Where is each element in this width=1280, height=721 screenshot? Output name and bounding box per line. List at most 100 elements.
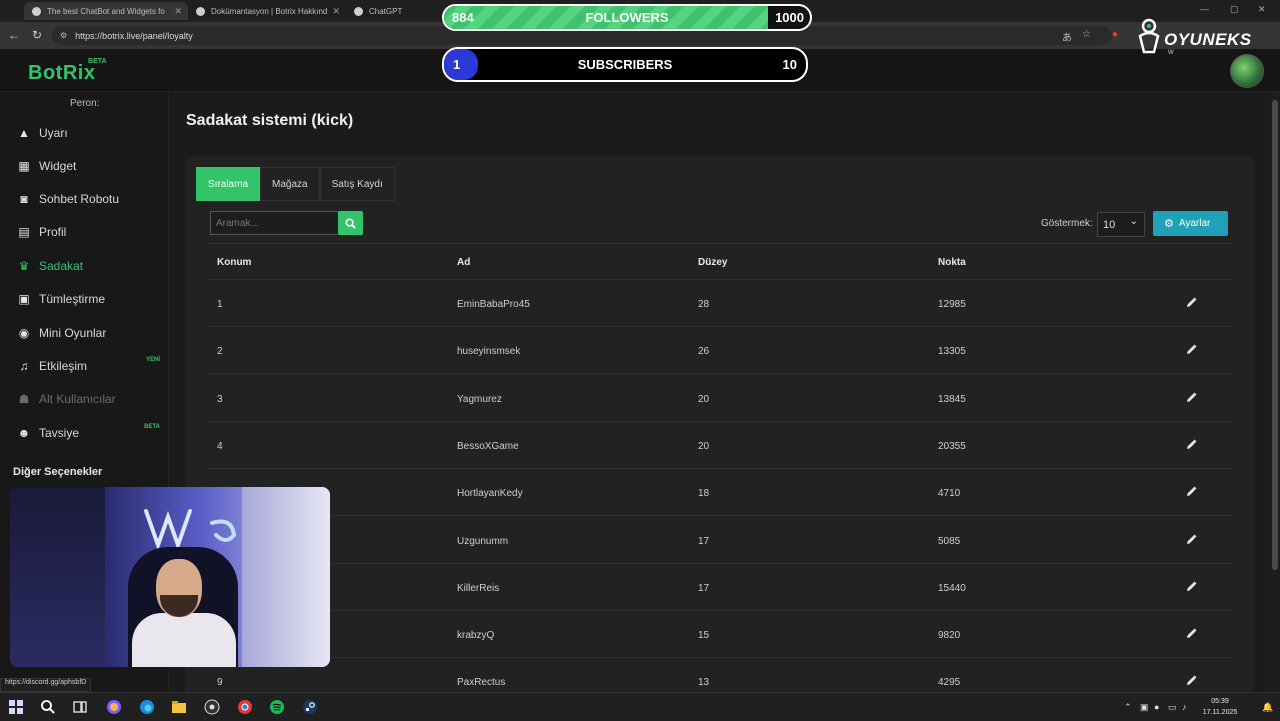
browser-tab-1[interactable]: The best ChatBot and Widgets fo ✕	[24, 2, 188, 20]
browser-tab-2[interactable]: Dokümantasyon | Botrix Hakkınd ✕	[188, 2, 346, 20]
sidebar-item-chatbot[interactable]: ◙ Sohbet Robotu	[0, 184, 168, 214]
maximize-icon[interactable]: ▢	[1230, 4, 1239, 15]
edit-pencil-icon[interactable]	[1184, 296, 1198, 310]
user-avatar[interactable]	[1230, 54, 1264, 88]
edit-pencil-icon[interactable]	[1184, 580, 1198, 594]
site-info-icon[interactable]: ⚙	[60, 31, 67, 40]
beta-badge: BETA	[88, 58, 107, 65]
row-level: 28	[698, 299, 710, 310]
task-view-icon[interactable]	[72, 699, 88, 715]
column-header-name[interactable]: Ad	[457, 257, 470, 268]
edit-pencil-icon[interactable]	[1184, 533, 1198, 547]
row-level: 26	[698, 346, 710, 358]
platform-label: Peron:	[70, 98, 100, 109]
subscribers-goal: 10	[782, 57, 797, 72]
close-tab-icon[interactable]: ✕	[174, 6, 182, 17]
row-level: 18	[698, 488, 710, 500]
column-header-position[interactable]: Konum	[217, 257, 251, 268]
chevron-down-icon: ⌄	[1129, 216, 1138, 227]
minimize-icon[interactable]: —	[1200, 4, 1209, 14]
sidebar-item-referral[interactable]: ☻ Tavsiye BETA	[0, 418, 168, 448]
search-button[interactable]	[338, 211, 363, 235]
search-icon	[345, 217, 356, 229]
page-scrollbar[interactable]	[1270, 92, 1280, 692]
row-position: 9	[217, 677, 223, 689]
tab-store[interactable]: Mağaza	[260, 167, 320, 201]
reload-icon[interactable]: ↻	[32, 28, 42, 42]
bookmark-star-icon[interactable]: ☆	[1082, 29, 1091, 40]
row-level: 17	[698, 582, 710, 594]
edge-browser-icon[interactable]	[139, 699, 155, 715]
sidebar-item-uyari[interactable]: ▲ Uyarı	[0, 118, 168, 148]
sidebar-item-minigames[interactable]: ◉ Mini Oyunlar	[0, 318, 168, 348]
tab-sales-log[interactable]: Satış Kaydı	[319, 167, 395, 201]
sidebar-item-interaction[interactable]: ♫ Etkileşim YENİ	[0, 351, 168, 381]
botrix-logo[interactable]: BotRix	[28, 62, 95, 85]
table-row: 2 huseyinsmsek 26 13305	[206, 327, 1234, 375]
obs-icon[interactable]	[204, 699, 220, 715]
sidebar-item-profil[interactable]: ▤ Profil	[0, 217, 168, 247]
row-name: EminBabaPro45	[457, 299, 530, 310]
close-window-icon[interactable]: ✕	[1258, 4, 1266, 15]
sidebar-item-sadakat[interactable]: ♛ Sadakat	[0, 251, 168, 281]
copilot-icon[interactable]	[106, 699, 122, 715]
link-hover-status: https://discord.gg/aphsbfD	[0, 678, 92, 692]
edit-pencil-icon[interactable]	[1184, 627, 1198, 641]
sidebar-item-widget[interactable]: ▦ Widget	[0, 151, 168, 181]
row-level: 13	[698, 677, 710, 689]
windows-start-icon[interactable]	[8, 699, 24, 715]
table-top-divider	[206, 243, 1234, 244]
row-points: 4295	[938, 677, 961, 689]
streamer-brand-watermark: OYUNEKS W	[1136, 18, 1268, 58]
column-header-level[interactable]: Düzey	[698, 257, 727, 268]
edit-pencil-icon[interactable]	[1184, 438, 1198, 452]
id-card-icon: ▤	[18, 225, 30, 239]
browser-tab-3[interactable]: ChatGPT	[346, 2, 442, 20]
row-points: 15440	[938, 582, 966, 594]
brand-mascot-icon	[1138, 18, 1160, 54]
extension-icon[interactable]: ●	[1112, 29, 1118, 40]
volume-icon[interactable]: ♪	[1182, 702, 1187, 712]
table-row: 4 BessoXGame 20 20355	[206, 422, 1234, 469]
brand-subtext: W	[1168, 50, 1174, 56]
tray-app-icon[interactable]: ▣	[1140, 702, 1149, 713]
edit-pencil-icon[interactable]	[1184, 343, 1198, 357]
search-input[interactable]	[210, 211, 339, 235]
chevron-up-icon[interactable]: ⌃	[1124, 702, 1132, 713]
page-size-select[interactable]: 10 ⌄	[1097, 212, 1145, 237]
trophy-icon: ♛	[18, 259, 30, 273]
page-size-label: Göstermek:	[1041, 218, 1093, 229]
translate-icon[interactable]: あ	[1062, 29, 1072, 44]
steam-icon[interactable]	[302, 699, 318, 715]
row-position: 4	[217, 440, 223, 452]
system-clock[interactable]: 05:39 17.11.2025	[1196, 696, 1244, 718]
plug-icon: ▣	[18, 292, 30, 306]
settings-button[interactable]: ⚙ Ayarlar	[1153, 211, 1228, 236]
loyalty-tabs: Sıralama Mağaza Satış Kaydı	[196, 167, 395, 201]
tab-ranking[interactable]: Sıralama	[196, 167, 261, 201]
sidebar-item-integration[interactable]: ▣ Tümleştirme	[0, 284, 168, 314]
column-header-points[interactable]: Nokta	[938, 257, 966, 268]
edit-pencil-icon[interactable]	[1184, 391, 1198, 405]
search-icon[interactable]	[40, 699, 56, 715]
spotify-icon[interactable]	[269, 699, 285, 715]
music-icon: ♫	[19, 359, 29, 373]
sidebar-item-subusers[interactable]: ☗ Alt Kullanıcılar	[0, 384, 168, 414]
edit-pencil-icon[interactable]	[1184, 674, 1198, 688]
row-name: BessoXGame	[457, 440, 519, 452]
brand-name: OYUNEKS	[1164, 30, 1252, 49]
close-tab-icon[interactable]: ✕	[332, 6, 340, 17]
scrollbar-thumb[interactable]	[1272, 100, 1278, 570]
microphone-icon[interactable]: ●	[1154, 702, 1159, 712]
back-icon[interactable]: ←	[8, 28, 20, 42]
notification-bell-icon[interactable]: 🔔	[1262, 702, 1273, 713]
table-row: 3 Yagmurez 20 13845	[206, 375, 1234, 422]
row-level: 17	[698, 535, 710, 547]
file-explorer-icon[interactable]	[171, 699, 187, 715]
network-icon[interactable]: ▭	[1168, 702, 1177, 713]
gamepad-icon: ◉	[18, 326, 30, 340]
edit-pencil-icon[interactable]	[1184, 485, 1198, 499]
row-name: PaxRectus	[457, 677, 506, 689]
chrome-icon[interactable]	[237, 699, 253, 715]
row-points: 9820	[938, 630, 961, 642]
